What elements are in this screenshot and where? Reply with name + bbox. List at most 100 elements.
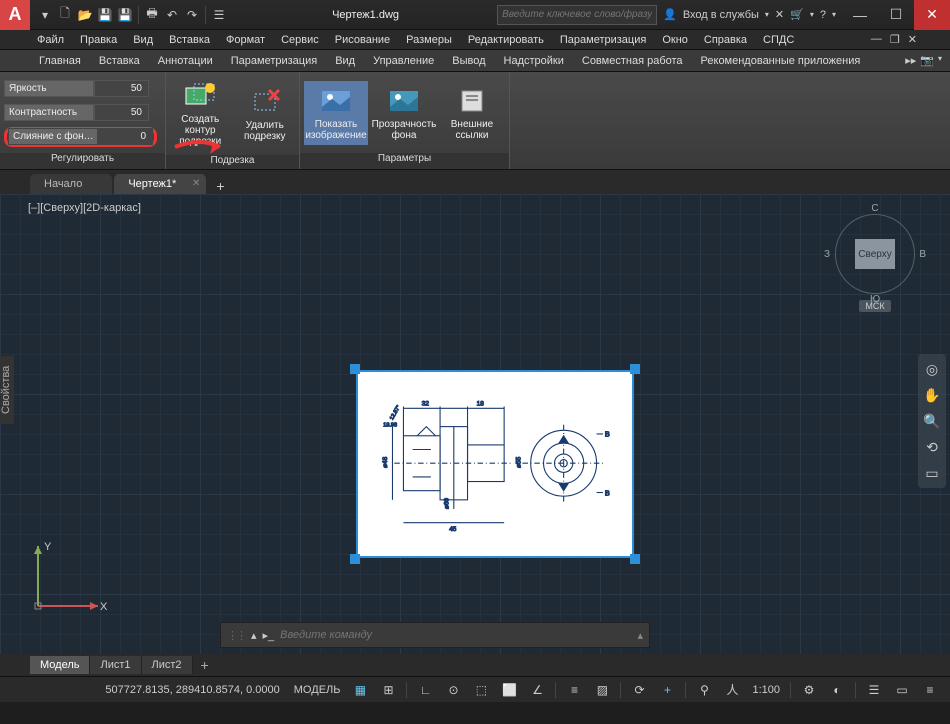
add-layout-button[interactable]: + — [193, 657, 217, 673]
menu-dimension[interactable]: Размеры — [399, 32, 459, 48]
pan-icon[interactable]: ✋ — [921, 384, 943, 406]
exchange-icon[interactable]: ✕ — [775, 8, 784, 21]
tab-parametric[interactable]: Параметризация — [222, 52, 326, 70]
menu-insert[interactable]: Вставка — [162, 32, 217, 48]
remove-clip-button[interactable]: Удалить подрезку — [235, 82, 296, 146]
menu-draw[interactable]: Рисование — [328, 32, 397, 48]
menu-modify[interactable]: Редактировать — [461, 32, 551, 48]
tab-output[interactable]: Вывод — [443, 52, 494, 70]
drawing-canvas[interactable]: [–][Сверху][2D-каркас] Свойства С Ю В З … — [0, 194, 950, 654]
properties-bar[interactable]: Свойства — [0, 356, 14, 424]
coordinates-readout[interactable]: 507727.8135, 289410.8574, 0.0000 — [99, 684, 285, 696]
zoom-icon[interactable]: 🔍 — [921, 410, 943, 432]
isodraft-icon[interactable]: ⬚ — [469, 680, 493, 700]
annoscale-icon[interactable]: ⚲ — [692, 680, 716, 700]
doc-restore-icon[interactable]: ❐ — [887, 33, 903, 46]
doc-minimize-icon[interactable]: — — [868, 33, 885, 46]
lineweight-icon[interactable]: ≡ — [562, 680, 586, 700]
tab-view[interactable]: Вид — [326, 52, 364, 70]
ucs-icon[interactable]: Y X — [28, 536, 108, 616]
saveas-icon[interactable]: 💾 — [116, 6, 134, 24]
tab-insert[interactable]: Вставка — [90, 52, 149, 70]
menu-parametric[interactable]: Параметризация — [553, 32, 653, 48]
cart-icon[interactable]: 🛒 — [790, 8, 804, 21]
grip-icon[interactable] — [350, 364, 360, 374]
layers-icon[interactable]: ☰ — [210, 6, 228, 24]
menu-edit[interactable]: Правка — [73, 32, 124, 48]
polar-icon[interactable]: ⊙ — [441, 680, 465, 700]
scale-readout[interactable]: 1:100 — [748, 684, 784, 696]
tab-home[interactable]: Главная — [30, 52, 90, 70]
help-icon[interactable]: ? — [820, 9, 826, 21]
tab-collab[interactable]: Совместная работа — [573, 52, 692, 70]
user-icon[interactable]: 👤 — [663, 8, 677, 21]
menu-help[interactable]: Справка — [697, 32, 754, 48]
otrack-icon[interactable]: ∠ — [525, 680, 549, 700]
tab-manage[interactable]: Управление — [364, 52, 443, 70]
hardware-accel-icon[interactable]: ◐ — [825, 680, 849, 700]
minimize-button[interactable]: — — [842, 0, 878, 30]
tab-addins[interactable]: Надстройки — [495, 52, 573, 70]
brightness-row[interactable]: Яркость 50 — [4, 79, 157, 99]
transparency-button[interactable]: Прозрачность фона — [372, 81, 436, 145]
contrast-row[interactable]: Контрастность 50 — [4, 103, 157, 123]
help-search-input[interactable] — [497, 5, 657, 25]
command-input[interactable] — [280, 629, 631, 641]
grip-icon[interactable] — [630, 554, 640, 564]
tab-layout1[interactable]: Лист1 — [90, 656, 141, 674]
ortho-icon[interactable]: ∟ — [413, 680, 437, 700]
doc-close-icon[interactable]: ✕ — [905, 33, 920, 46]
show-image-button[interactable]: Показать изображение — [304, 81, 368, 145]
menu-view[interactable]: Вид — [126, 32, 160, 48]
history-icon[interactable]: ▴ — [251, 629, 257, 642]
transparency-toggle-icon[interactable]: ▨ — [590, 680, 614, 700]
qat-menu-icon[interactable]: ▾ — [36, 6, 54, 24]
menu-format[interactable]: Формат — [219, 32, 272, 48]
fade-row[interactable]: Слияние с фон… 0 — [4, 127, 157, 147]
xref-button[interactable]: Внешние ссылки — [440, 81, 504, 145]
redo-icon[interactable]: ↷ — [183, 6, 201, 24]
brightness-value[interactable]: 50 — [94, 80, 149, 97]
selected-raster-image[interactable]: 32 18 12.87° 19.98 ⌀48 ⌀60 45 — [350, 364, 640, 564]
cleanscreen-icon[interactable]: ▭ — [890, 680, 914, 700]
image-contextual-icon[interactable]: 📷 — [920, 54, 934, 67]
tab-annotate[interactable]: Аннотации — [149, 52, 222, 70]
command-line[interactable]: ⋮⋮ ▴ ▸_ ▴ — [220, 622, 650, 648]
save-icon[interactable]: 💾 — [96, 6, 114, 24]
fade-value[interactable]: 0 — [98, 128, 153, 145]
annovisibility-icon[interactable]: 人 — [720, 680, 744, 700]
tab-model[interactable]: Модель — [30, 656, 90, 674]
snap-toggle-icon[interactable]: ⊞ — [376, 680, 400, 700]
grip-icon[interactable] — [350, 554, 360, 564]
maximize-button[interactable]: ☐ — [878, 0, 914, 30]
new-tab-button[interactable]: + — [208, 178, 232, 194]
grip-handle-icon[interactable]: ⋮⋮ — [227, 629, 245, 642]
menu-tools[interactable]: Сервис — [274, 32, 326, 48]
menu-window[interactable]: Окно — [655, 32, 695, 48]
menu-file[interactable]: Файл — [30, 32, 71, 48]
close-tab-icon[interactable]: ✕ — [192, 178, 200, 189]
tab-start[interactable]: Начало — [30, 174, 112, 194]
tab-layout2[interactable]: Лист2 — [142, 656, 193, 674]
ribbon-pin-icon[interactable]: ▸▸ — [905, 54, 916, 67]
open-icon[interactable]: 📂 — [76, 6, 94, 24]
grip-icon[interactable] — [630, 364, 640, 374]
signin-label[interactable]: Вход в службы — [683, 9, 759, 21]
workspace-icon[interactable]: ⚙ — [797, 680, 821, 700]
showmotion-icon[interactable]: ▭ — [921, 462, 943, 484]
osnap-icon[interactable]: ⬜ — [497, 680, 521, 700]
orbit-icon[interactable]: ⟲ — [921, 436, 943, 458]
isolate-icon[interactable]: ☰ — [862, 680, 886, 700]
close-button[interactable]: ✕ — [914, 0, 950, 30]
annomonitor-icon[interactable]: + — [655, 680, 679, 700]
create-clip-button[interactable]: Создать контур подрезки — [170, 76, 231, 151]
print-icon[interactable]: 🖶 — [143, 6, 161, 24]
nav-wheel-icon[interactable]: ◎ — [921, 358, 943, 380]
model-space-button[interactable]: МОДЕЛЬ — [290, 684, 345, 696]
tab-drawing1[interactable]: Чертеж1*✕ — [114, 174, 206, 194]
undo-icon[interactable]: ↶ — [163, 6, 181, 24]
app-logo[interactable]: A — [0, 0, 30, 30]
menu-spds[interactable]: СПДС — [756, 32, 801, 48]
recent-commands-icon[interactable]: ▴ — [637, 629, 643, 642]
new-icon[interactable]: 🗋 — [56, 6, 74, 24]
